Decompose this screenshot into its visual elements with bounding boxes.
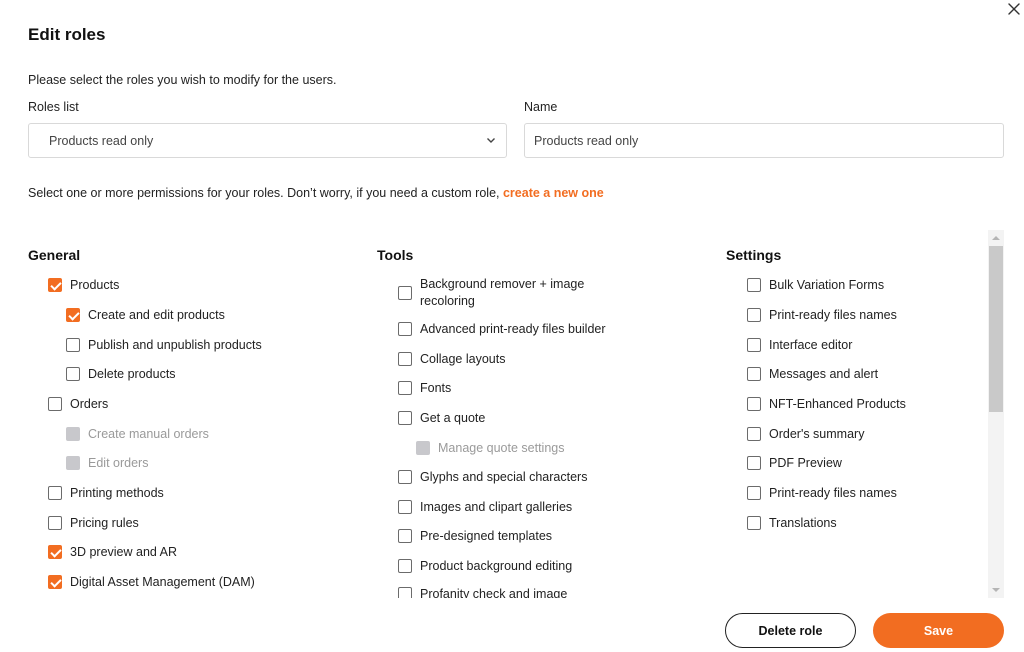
perm-fonts[interactable]: Fonts (398, 380, 451, 397)
scroll-up-icon[interactable] (992, 236, 1000, 240)
scrollbar[interactable] (988, 230, 1004, 598)
roles-list-select[interactable]: Products read only (28, 123, 507, 158)
roles-list-value: Products read only (49, 134, 154, 148)
perm-create-manual-orders: Create manual orders (66, 426, 209, 443)
perm-pdf-preview[interactable]: PDF Preview (747, 455, 842, 472)
checkbox[interactable] (747, 516, 761, 530)
checkbox[interactable] (398, 587, 412, 598)
perm-bulk-variation-forms[interactable]: Bulk Variation Forms (747, 277, 884, 294)
perm-products[interactable]: Products (48, 277, 119, 294)
roles-list-label: Roles list (28, 100, 79, 114)
checkbox[interactable] (747, 456, 761, 470)
perm-translations[interactable]: Translations (747, 515, 837, 532)
name-label: Name (524, 100, 558, 114)
perm-manage-quote-settings: Manage quote settings (416, 440, 564, 457)
perm-nft-products[interactable]: NFT-Enhanced Products (747, 396, 906, 413)
perm-messages-alert[interactable]: Messages and alert (747, 366, 878, 383)
checkbox[interactable] (398, 500, 412, 514)
checkbox[interactable] (398, 470, 412, 484)
general-column-title: General (28, 247, 81, 263)
checkbox[interactable] (48, 545, 62, 559)
delete-role-button[interactable]: Delete role (725, 613, 856, 648)
checkbox[interactable] (48, 486, 62, 500)
checkbox[interactable] (747, 338, 761, 352)
perm-get-a-quote[interactable]: Get a quote (398, 410, 485, 427)
checkbox[interactable] (398, 559, 412, 573)
checkbox[interactable] (398, 381, 412, 395)
checkbox[interactable] (747, 486, 761, 500)
permissions-description: Select one or more permissions for your … (28, 186, 500, 200)
perm-pre-designed-templates[interactable]: Pre-designed templates (398, 528, 552, 545)
perm-order-summary[interactable]: Order's summary (747, 426, 864, 443)
dialog-intro: Please select the roles you wish to modi… (28, 73, 337, 87)
checkbox[interactable] (747, 308, 761, 322)
checkbox[interactable] (747, 427, 761, 441)
checkbox-disabled (416, 441, 430, 455)
checkbox[interactable] (747, 367, 761, 381)
scrollbar-thumb[interactable] (989, 246, 1003, 412)
checkbox[interactable] (48, 397, 62, 411)
perm-glyphs[interactable]: Glyphs and special characters (398, 469, 587, 486)
checkbox-disabled (66, 427, 80, 441)
dialog-title: Edit roles (28, 25, 106, 44)
close-button[interactable] (1007, 2, 1024, 20)
perm-images-clipart[interactable]: Images and clipart galleries (398, 499, 572, 516)
checkbox-disabled (66, 456, 80, 470)
checkbox[interactable] (747, 397, 761, 411)
perm-collage-layouts[interactable]: Collage layouts (398, 351, 505, 368)
checkbox[interactable] (66, 367, 80, 381)
tools-column-title: Tools (377, 247, 414, 263)
perm-edit-orders: Edit orders (66, 455, 148, 472)
scroll-down-icon[interactable] (992, 588, 1000, 592)
close-icon (1008, 3, 1020, 15)
checkbox[interactable] (747, 278, 761, 292)
checkbox[interactable] (398, 411, 412, 425)
perm-background-remover[interactable]: Background remover + image recoloring (398, 276, 620, 310)
perm-print-ready-files-names-2[interactable]: Print-ready files names (747, 485, 897, 502)
checkbox[interactable] (48, 278, 62, 292)
chevron-down-icon (487, 138, 495, 143)
name-input[interactable] (524, 123, 1004, 158)
checkbox[interactable] (48, 575, 62, 589)
perm-publish-products[interactable]: Publish and unpublish products (66, 337, 262, 354)
perm-orders[interactable]: Orders (48, 396, 108, 413)
permissions-text: Select one or more permissions for your … (28, 186, 604, 200)
checkbox[interactable] (398, 322, 412, 336)
perm-delete-products[interactable]: Delete products (66, 366, 176, 383)
save-button[interactable]: Save (873, 613, 1004, 648)
checkbox[interactable] (398, 286, 412, 300)
permissions-scroll-area: General Products Create and edit product… (0, 230, 1004, 598)
create-new-role-link[interactable]: create a new one (503, 186, 604, 200)
checkbox[interactable] (66, 308, 80, 322)
perm-print-ready-files-names[interactable]: Print-ready files names (747, 307, 897, 324)
settings-column-title: Settings (726, 247, 782, 263)
checkbox[interactable] (398, 529, 412, 543)
checkbox[interactable] (48, 516, 62, 530)
perm-create-edit-products[interactable]: Create and edit products (66, 307, 225, 324)
perm-print-ready-builder[interactable]: Advanced print-ready files builder (398, 321, 606, 338)
perm-profanity-check[interactable]: Profanity check and image (398, 586, 567, 598)
perm-product-background-editing[interactable]: Product background editing (398, 558, 572, 575)
perm-pricing-rules[interactable]: Pricing rules (48, 515, 139, 532)
perm-printing-methods[interactable]: Printing methods (48, 485, 164, 502)
perm-interface-editor[interactable]: Interface editor (747, 337, 852, 354)
perm-dam[interactable]: Digital Asset Management (DAM) (48, 574, 255, 591)
perm-3d-preview[interactable]: 3D preview and AR (48, 544, 177, 561)
checkbox[interactable] (66, 338, 80, 352)
checkbox[interactable] (398, 352, 412, 366)
